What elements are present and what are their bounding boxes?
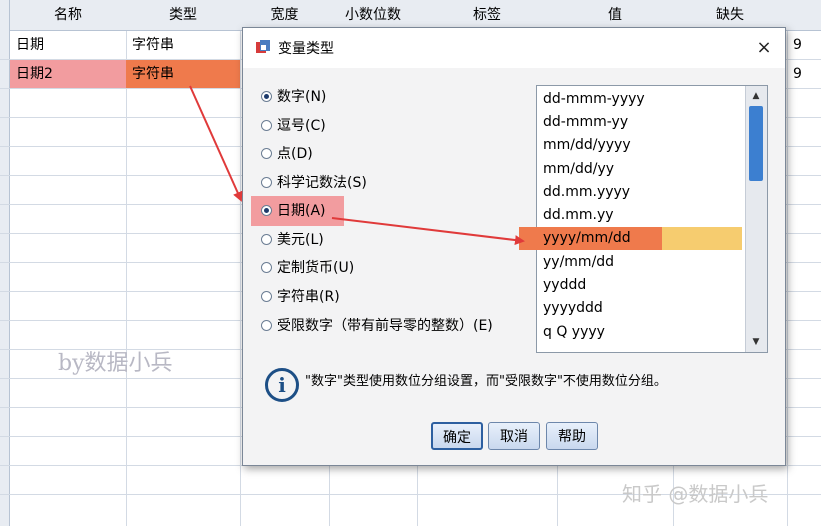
cell-row2-missing[interactable]: 9 <box>787 60 821 88</box>
radio-label: 逗号(C) <box>277 118 326 134</box>
radio-label: 科学记数法(S) <box>277 175 367 191</box>
radio-label: 字符串(R) <box>277 289 340 305</box>
cancel-button[interactable]: 取消 <box>488 422 540 450</box>
format-option[interactable]: dd-mmm-yyyy <box>543 88 645 111</box>
radio-button-icon[interactable] <box>261 120 272 131</box>
radio-button-icon[interactable] <box>261 291 272 302</box>
radio-comma[interactable]: 逗号(C) <box>261 115 326 137</box>
scroll-thumb[interactable] <box>749 106 763 181</box>
radio-numeric[interactable]: 数字(N) <box>261 86 326 108</box>
radio-label: 定制货币(U) <box>277 260 355 276</box>
grid-line <box>240 31 241 526</box>
date-format-list[interactable]: dd-mmm-yyyy dd-mmm-yy mm/dd/yyyy mm/dd/y… <box>519 85 768 353</box>
radio-dot[interactable]: 点(D) <box>261 143 313 165</box>
watermark-zhihu: 知乎 @数据小兵 <box>622 482 769 506</box>
cell-row1-type[interactable]: 字符串 <box>126 31 240 59</box>
radio-button-icon[interactable] <box>261 262 272 273</box>
radio-date[interactable]: 日期(A) <box>261 200 326 222</box>
row-number-column <box>0 0 10 526</box>
format-option-selected[interactable]: yyyy/mm/dd <box>543 227 631 250</box>
radio-custom-currency[interactable]: 定制货币(U) <box>261 257 354 279</box>
column-header-more[interactable] <box>787 0 821 31</box>
list-scrollbar[interactable]: ▲ ▼ <box>745 86 767 352</box>
cell-row2-type[interactable]: 字符串 <box>126 60 240 88</box>
radio-button-icon[interactable] <box>261 320 272 331</box>
info-message: "数字"类型使用数位分组设置，而"受限数字"不使用数位分组。 <box>305 374 667 389</box>
radio-restricted-numeric[interactable]: 受限数字（带有前导零的整数）(E) <box>261 315 493 337</box>
cell-row1-name[interactable]: 日期 <box>10 31 126 59</box>
radio-button-icon[interactable] <box>261 91 272 102</box>
cell-row1-missing[interactable]: 9 <box>787 31 821 59</box>
radio-label: 数字(N) <box>277 89 327 105</box>
radio-dollar[interactable]: 美元(L) <box>261 229 324 251</box>
arrow-type-to-date <box>189 85 243 202</box>
variable-type-dialog: 变量类型 × 数字(N) 逗号(C) 点(D) 科学记数法(S) 日期(A) 美… <box>242 27 786 466</box>
radio-label: 点(D) <box>277 146 313 162</box>
scroll-up-arrow-icon[interactable]: ▲ <box>748 88 764 104</box>
radio-button-icon[interactable] <box>261 177 272 188</box>
format-option[interactable]: yy/mm/dd <box>543 251 614 274</box>
format-option[interactable]: mm/dd/yyyy <box>543 134 631 157</box>
close-button[interactable]: × <box>749 34 779 62</box>
radio-label: 受限数字（带有前导零的整数）(E) <box>277 318 493 334</box>
scroll-down-arrow-icon[interactable]: ▼ <box>748 334 764 350</box>
format-option[interactable]: yyyyddd <box>543 297 603 320</box>
radio-button-icon[interactable] <box>261 234 272 245</box>
radio-label: 日期(A) <box>277 203 326 219</box>
format-option[interactable]: dd.mm.yyyy <box>543 181 630 204</box>
grid-line <box>787 31 788 526</box>
watermark-left: by数据小兵 <box>58 351 173 376</box>
format-option[interactable]: dd.mm.yy <box>543 204 614 227</box>
format-option[interactable]: mm/dd/yy <box>543 158 614 181</box>
grid-line <box>126 31 127 526</box>
radio-string[interactable]: 字符串(R) <box>261 286 340 308</box>
dialog-titlebar[interactable]: 变量类型 × <box>243 28 785 68</box>
ok-button[interactable]: 确定 <box>431 422 483 450</box>
column-header-name[interactable]: 名称 <box>10 0 127 31</box>
column-header-type[interactable]: 类型 <box>126 0 241 31</box>
format-option[interactable]: dd-mmm-yy <box>543 111 628 134</box>
spss-app-icon <box>256 40 270 53</box>
help-button[interactable]: 帮助 <box>546 422 598 450</box>
dialog-title: 变量类型 <box>278 41 334 57</box>
radio-button-icon[interactable] <box>261 148 272 159</box>
format-option[interactable]: q Q yyyy <box>543 321 605 344</box>
info-icon: i <box>265 368 299 402</box>
format-option[interactable]: yyddd <box>543 274 586 297</box>
radio-scientific[interactable]: 科学记数法(S) <box>261 172 367 194</box>
cell-row2-name[interactable]: 日期2 <box>10 60 126 88</box>
radio-button-icon[interactable] <box>261 205 272 216</box>
radio-label: 美元(L) <box>277 232 324 248</box>
